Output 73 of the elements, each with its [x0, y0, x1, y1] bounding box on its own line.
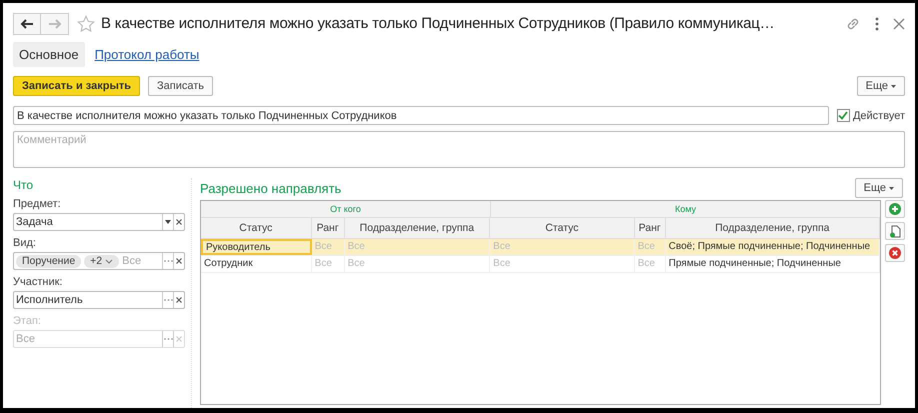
table-row[interactable]: Руководитель Все Все Все Все Своё; Прямые подчиненные; Подчиненные: [201, 239, 880, 256]
table-row[interactable]: Сотрудник Все Все Все Все Прямые подчиненные; Подчиненные: [201, 256, 880, 273]
column-header[interactable]: Подразделение, группа: [344, 218, 490, 238]
delete-button[interactable]: [885, 244, 905, 262]
star-icon[interactable]: [77, 14, 95, 33]
dropdown-button[interactable]: [162, 214, 173, 230]
more-tag[interactable]: +2: [84, 254, 120, 268]
table-cell: Все: [634, 239, 666, 255]
checkmark-icon: [838, 111, 848, 120]
arrow-left-icon: [20, 18, 34, 29]
column-header[interactable]: Подразделение, группа: [666, 218, 880, 238]
arrow-right-icon: [48, 18, 62, 29]
table-cell: Все: [312, 239, 345, 255]
column-header[interactable]: Статус: [490, 218, 635, 238]
chevron-down-icon: [105, 258, 114, 264]
add-button[interactable]: [885, 200, 905, 218]
clear-icon: [176, 219, 182, 225]
caret-icon: [165, 220, 171, 224]
table-cell: Все: [634, 256, 666, 272]
section-title: Разрешено направлять: [200, 180, 342, 196]
field-value: Задача: [16, 216, 53, 228]
field-placeholder: Все: [16, 333, 35, 345]
back-button[interactable]: [13, 12, 41, 35]
table-cell: Все: [344, 239, 490, 255]
input-field[interactable]: Задача: [13, 213, 185, 231]
plus-icon: [889, 203, 901, 215]
table-cell: Все: [312, 256, 345, 272]
name-field[interactable]: В качестве исполнителя можно указать только Подчиненных Сотрудников: [13, 106, 829, 126]
more-icon[interactable]: [875, 16, 879, 31]
field-value: Исполнитель: [16, 294, 83, 306]
table-cell: Все: [490, 256, 635, 272]
clear-button[interactable]: [173, 214, 184, 230]
checkbox[interactable]: [836, 109, 850, 122]
caret-icon: [891, 84, 896, 88]
clear-icon: [176, 297, 182, 303]
document-icon: [889, 224, 901, 238]
column-group-header: От кого: [201, 201, 491, 217]
close-icon[interactable]: [893, 18, 905, 30]
section-title: Что: [13, 178, 34, 192]
tag[interactable]: Поручение: [16, 254, 82, 268]
column-header[interactable]: Ранг: [312, 218, 345, 238]
tab[interactable]: Протокол работы: [88, 42, 206, 68]
field-label: Предмет:: [13, 198, 62, 210]
window-title: В качестве исполнителя можно указать только Подчиненных Сотрудников (Правило коммуникац…: [101, 15, 776, 32]
tab[interactable]: Основное: [13, 42, 85, 68]
clear-button[interactable]: [173, 253, 184, 269]
more-button[interactable]: Еще: [856, 76, 905, 96]
caret-icon: [889, 186, 894, 190]
table-cell: Сотрудник: [201, 256, 312, 272]
clear-button[interactable]: [173, 292, 184, 308]
save-and-close-button[interactable]: Записать и закрыть: [13, 76, 140, 96]
input-field[interactable]: Исполнитель: [13, 291, 185, 309]
delete-icon: [889, 247, 901, 259]
table-cell: Своё; Прямые подчиненные; Подчиненные: [666, 239, 880, 255]
field-label: Вид:: [13, 237, 37, 249]
column-header[interactable]: Ранг: [634, 218, 666, 238]
active-checkbox[interactable]: Действует: [836, 109, 905, 122]
comment-field[interactable]: Комментарий: [13, 131, 905, 168]
field-label: Участник:: [13, 276, 64, 288]
field-placeholder: Все: [122, 255, 142, 267]
table-cell: Руководитель: [201, 239, 312, 255]
input-field[interactable]: Поручение +2 Все: [13, 252, 185, 270]
clear-icon: [176, 336, 182, 342]
more-button[interactable]: Еще: [854, 178, 903, 198]
column-group-header: Кому: [674, 203, 698, 216]
copy-button[interactable]: [885, 222, 905, 240]
table-cell: Все: [490, 239, 635, 255]
table-cell: Прямые подчиненные; Подчиненные: [666, 256, 880, 272]
table-cell: Все: [344, 256, 490, 272]
save-button[interactable]: Записать: [148, 76, 214, 96]
column-header[interactable]: Статус: [201, 218, 312, 238]
clear-icon: [176, 258, 182, 264]
field-label: Этап:: [13, 315, 42, 327]
